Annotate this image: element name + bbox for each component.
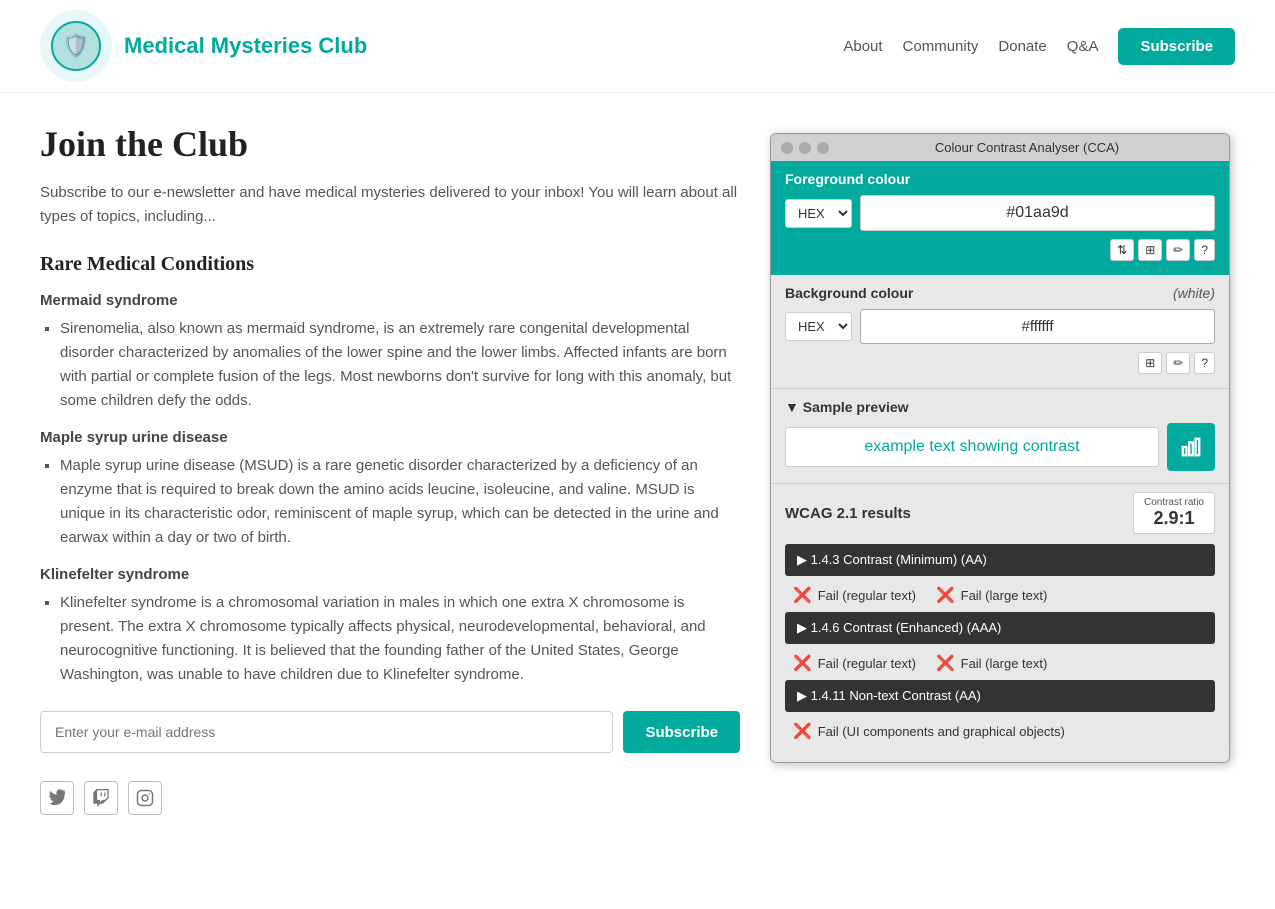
site-title: Medical Mysteries Club: [124, 33, 367, 59]
cca-foreground-label: Foreground colour: [785, 171, 1215, 187]
fail-label-ui-1411: Fail (UI components and graphical object…: [818, 724, 1065, 739]
cca-chart-btn[interactable]: [1167, 423, 1215, 471]
cca-rule-1411-btn[interactable]: ▶ 1.4.11 Non-text Contrast (AA): [785, 680, 1215, 712]
cca-title: Colour Contrast Analyser (CCA): [835, 140, 1219, 155]
fail-icon-regular-146: ❌: [793, 654, 812, 672]
cca-bg-label: Background colour: [785, 285, 913, 301]
cca-bg-tools: ⊞ ✏ ?: [785, 352, 1215, 374]
cca-preview-content: example text showing contrast: [785, 423, 1215, 471]
cca-fail-regular-146: ❌ Fail (regular text): [793, 654, 916, 672]
cca-dot-yellow: [799, 142, 811, 154]
fail-icon-regular-143: ❌: [793, 586, 812, 604]
cca-fg-tools: ⇅ ⊞ ✏ ?: [785, 239, 1215, 261]
section-heading: Rare Medical Conditions: [40, 253, 740, 276]
cca-fg-help-btn[interactable]: ?: [1194, 239, 1215, 261]
cca-rule-146-results: ❌ Fail (regular text) ❌ Fail (large text…: [785, 650, 1215, 680]
condition-title-mermaid: Mermaid syndrome: [40, 292, 740, 309]
list-item: Sirenomelia, also known as mermaid syndr…: [60, 317, 740, 413]
cca-rule-146-label: ▶ 1.4.6 Contrast (Enhanced) (AAA): [797, 620, 1001, 636]
cca-bg-pen-btn[interactable]: ✏: [1166, 352, 1190, 374]
list-item: Maple syrup urine disease (MSUD) is a ra…: [60, 454, 740, 550]
subscribe-area: Subscribe: [40, 711, 740, 753]
cca-background-section: Background colour (white) HEX RGB ⊞ ✏ ?: [771, 275, 1229, 388]
cca-preview-section: ▼ Sample preview example text showing co…: [771, 388, 1229, 483]
cca-dot-green: [817, 142, 829, 154]
cca-wcag-section: WCAG 2.1 results Contrast ratio 2.9:1 ▶ …: [771, 483, 1229, 762]
cca-contrast-label: Contrast ratio: [1144, 497, 1204, 508]
cca-fail-large-146: ❌ Fail (large text): [936, 654, 1047, 672]
condition-list-mermaid: Sirenomelia, also known as mermaid syndr…: [40, 317, 740, 413]
cca-fg-value-input[interactable]: [860, 195, 1215, 231]
fail-label-large-143: Fail (large text): [961, 588, 1048, 603]
fail-icon-ui-1411: ❌: [793, 722, 812, 740]
cca-titlebar: Colour Contrast Analyser (CCA): [771, 134, 1229, 161]
cca-wcag-header: WCAG 2.1 results Contrast ratio 2.9:1: [785, 492, 1215, 534]
logo-area: 🛡️ Medical Mysteries Club: [40, 10, 367, 82]
svg-text:🛡️: 🛡️: [62, 33, 89, 58]
cca-bg-format-select[interactable]: HEX RGB: [785, 312, 852, 341]
cca-rule-146-btn[interactable]: ▶ 1.4.6 Contrast (Enhanced) (AAA): [785, 612, 1215, 644]
cca-fg-format-select[interactable]: HEX RGB HSL: [785, 199, 852, 228]
twitch-icon[interactable]: [84, 781, 118, 815]
cca-bg-white-label: (white): [1173, 285, 1215, 301]
condition-title-msud: Maple syrup urine disease: [40, 429, 740, 446]
cca-foreground-section: Foreground colour HEX RGB HSL ⇅ ⊞ ✏ ?: [771, 161, 1229, 275]
site-header: 🛡️ Medical Mysteries Club About Communit…: [0, 0, 1275, 93]
cca-bg-row: HEX RGB: [785, 309, 1215, 344]
intro-text: Subscribe to our e-newsletter and have m…: [40, 181, 740, 229]
nav-subscribe[interactable]: Subscribe: [1118, 28, 1235, 65]
cca-rule-1411-results: ❌ Fail (UI components and graphical obje…: [785, 718, 1215, 748]
cca-bg-help-btn[interactable]: ?: [1194, 352, 1215, 374]
condition-msud: Maple syrup urine disease Maple syrup ur…: [40, 429, 740, 550]
condition-list-msud: Maple syrup urine disease (MSUD) is a ra…: [40, 454, 740, 550]
condition-title-klinefelter: Klinefelter syndrome: [40, 566, 740, 583]
social-icons: [40, 781, 740, 815]
main-container: Join the Club Subscribe to our e-newslet…: [0, 93, 1275, 845]
cca-rule-1411-label: ▶ 1.4.11 Non-text Contrast (AA): [797, 688, 981, 704]
fail-icon-large-143: ❌: [936, 586, 955, 604]
cca-fg-grid-btn[interactable]: ⊞: [1138, 239, 1162, 261]
left-content: Join the Club Subscribe to our e-newslet…: [40, 123, 740, 815]
cca-fail-large-143: ❌ Fail (large text): [936, 586, 1047, 604]
cca-dot-red: [781, 142, 793, 154]
fail-label-large-146: Fail (large text): [961, 656, 1048, 671]
main-nav: About Community Donate Q&A Subscribe: [843, 28, 1235, 65]
page-title: Join the Club: [40, 123, 740, 165]
cca-fail-ui-1411: ❌ Fail (UI components and graphical obje…: [793, 722, 1065, 740]
fail-label-regular-143: Fail (regular text): [818, 588, 916, 603]
logo-icon: 🛡️: [40, 10, 112, 82]
cca-fail-regular-143: ❌ Fail (regular text): [793, 586, 916, 604]
cca-fg-arrows-btn[interactable]: ⇅: [1110, 239, 1134, 261]
condition-mermaid: Mermaid syndrome Sirenomelia, also known…: [40, 292, 740, 413]
cca-bg-value-input[interactable]: [860, 309, 1215, 344]
cca-wcag-title: WCAG 2.1 results: [785, 505, 911, 522]
cca-preview-label: ▼ Sample preview: [785, 399, 1215, 415]
fail-icon-large-146: ❌: [936, 654, 955, 672]
cca-sample-text: example text showing contrast: [785, 427, 1159, 467]
cca-rule-143-btn[interactable]: ▶ 1.4.3 Contrast (Minimum) (AA): [785, 544, 1215, 576]
fail-label-regular-146: Fail (regular text): [818, 656, 916, 671]
twitter-icon[interactable]: [40, 781, 74, 815]
email-field[interactable]: [40, 711, 613, 753]
cca-rule-143-label: ▶ 1.4.3 Contrast (Minimum) (AA): [797, 552, 987, 568]
nav-about[interactable]: About: [843, 38, 882, 55]
nav-donate[interactable]: Donate: [998, 38, 1046, 55]
cca-bg-label-row: Background colour (white): [785, 285, 1215, 301]
cca-bg-grid-btn[interactable]: ⊞: [1138, 352, 1162, 374]
condition-klinefelter: Klinefelter syndrome Klinefelter syndrom…: [40, 566, 740, 687]
condition-list-klinefelter: Klinefelter syndrome is a chromosomal va…: [40, 591, 740, 687]
cca-fg-pen-btn[interactable]: ✏: [1166, 239, 1190, 261]
cca-fg-row: HEX RGB HSL: [785, 195, 1215, 231]
cca-contrast-ratio-box: Contrast ratio 2.9:1: [1133, 492, 1215, 534]
nav-qa[interactable]: Q&A: [1067, 38, 1099, 55]
cca-contrast-value: 2.9:1: [1144, 508, 1204, 529]
subscribe-button[interactable]: Subscribe: [623, 711, 740, 753]
cca-rule-143-results: ❌ Fail (regular text) ❌ Fail (large text…: [785, 582, 1215, 612]
list-item: Klinefelter syndrome is a chromosomal va…: [60, 591, 740, 687]
instagram-icon[interactable]: [128, 781, 162, 815]
nav-community[interactable]: Community: [903, 38, 979, 55]
cca-panel: Colour Contrast Analyser (CCA) Foregroun…: [770, 133, 1230, 763]
